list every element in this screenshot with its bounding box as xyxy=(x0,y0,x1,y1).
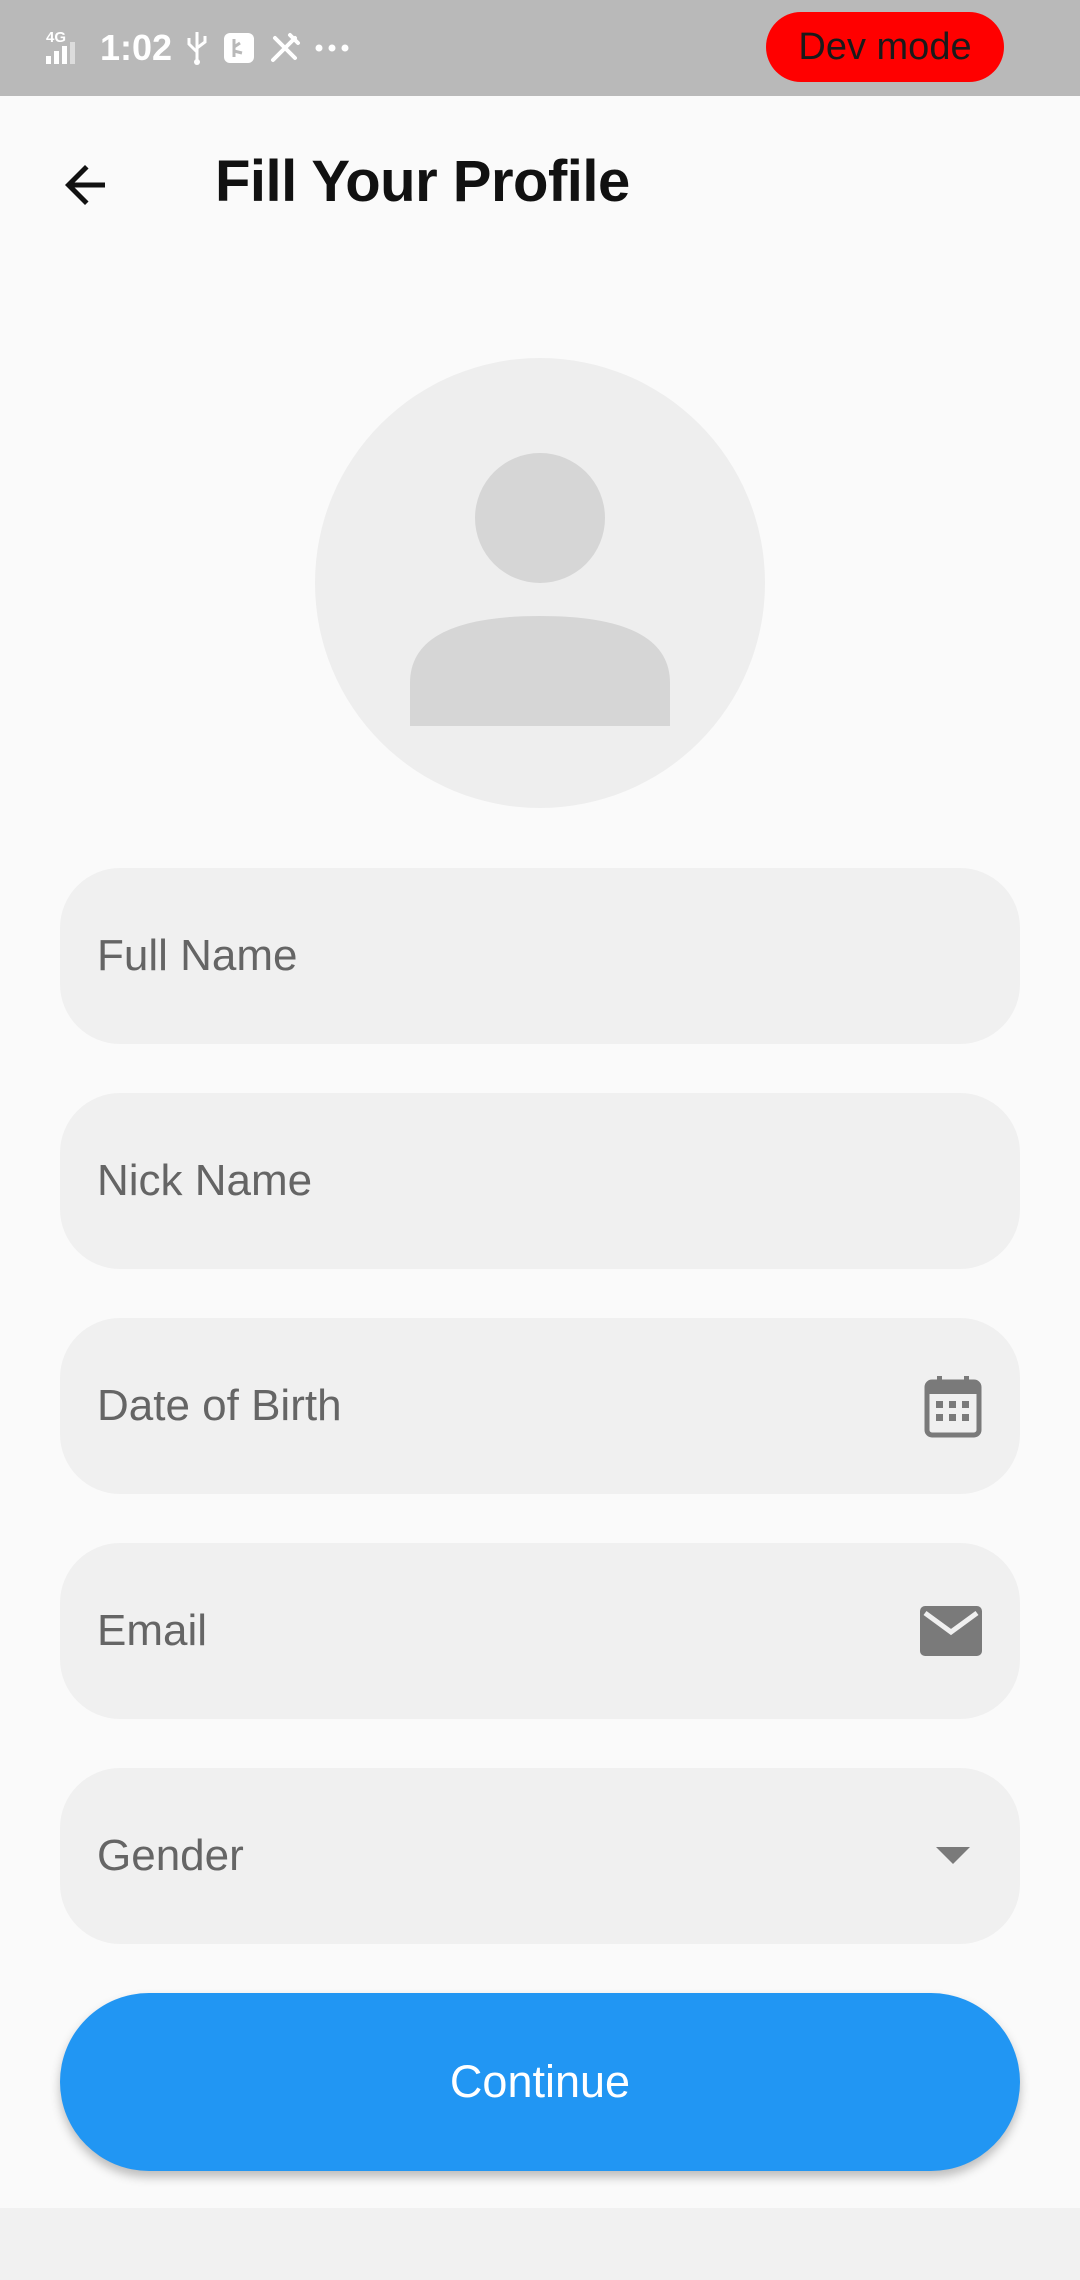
gender-dropdown[interactable]: Gender xyxy=(60,1768,1020,1944)
dropdown-arrow-icon xyxy=(936,1847,970,1864)
app-bar: Fill Your Profile xyxy=(0,96,1080,266)
dev-mode-badge[interactable]: Dev mode xyxy=(766,12,1004,82)
status-bar: 4G 1:02 Dev mode xyxy=(0,0,1080,96)
signal-icon: 4G xyxy=(44,28,88,68)
calendar-button[interactable] xyxy=(924,1318,982,1494)
network-type-label: 4G xyxy=(46,29,66,46)
gender-arrow xyxy=(936,1768,970,1944)
usb-icon xyxy=(184,30,210,66)
page-title: Fill Your Profile xyxy=(215,149,630,214)
nick-name-placeholder: Nick Name xyxy=(97,1156,313,1205)
mail-icon xyxy=(920,1606,982,1656)
email-field[interactable]: Email xyxy=(60,1543,1020,1719)
nick-name-field[interactable]: Nick Name xyxy=(60,1093,1020,1269)
back-button[interactable] xyxy=(40,140,130,230)
arrow-left-icon xyxy=(65,165,105,205)
email-suffix xyxy=(920,1543,982,1719)
tools-icon xyxy=(268,31,302,65)
full-name-field[interactable]: Full Name xyxy=(60,868,1020,1044)
continue-button[interactable]: Continue xyxy=(60,1993,1020,2171)
more-icon xyxy=(314,42,350,54)
person-placeholder-icon xyxy=(315,358,765,808)
usb-debug-icon xyxy=(222,31,256,65)
avatar-picker[interactable] xyxy=(315,358,765,808)
email-placeholder: Email xyxy=(97,1606,208,1655)
full-name-placeholder: Full Name xyxy=(97,931,298,980)
status-icons: 4G 1:02 xyxy=(44,0,350,96)
screen: Fill Your Profile Full Name Nick Name Da… xyxy=(0,96,1080,2208)
gender-placeholder: Gender xyxy=(97,1831,244,1880)
calendar-icon xyxy=(924,1376,982,1438)
date-of-birth-placeholder: Date of Birth xyxy=(97,1381,342,1430)
status-time: 1:02 xyxy=(100,27,173,68)
date-of-birth-field[interactable]: Date of Birth xyxy=(60,1318,1020,1494)
